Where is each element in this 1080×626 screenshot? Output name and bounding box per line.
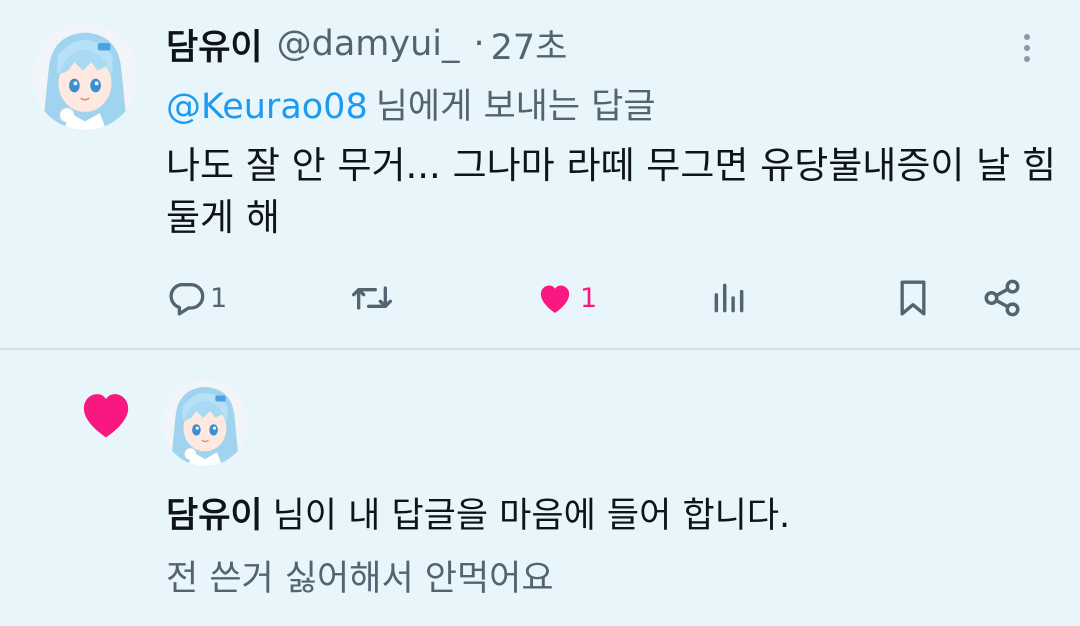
replying-to: @Keurao08 님에게 보내는 답글 bbox=[166, 78, 656, 129]
notification-actor[interactable]: 담유이 bbox=[166, 496, 263, 536]
like-count: 1 bbox=[580, 282, 598, 314]
tweet-text: 나도 잘 안 무거... 그나마 라떼 무그면 유당불내증이 날 힘둘게 해 bbox=[166, 144, 1057, 239]
avatar[interactable] bbox=[32, 24, 138, 130]
share-icon bbox=[984, 279, 1020, 317]
bookmark-icon bbox=[900, 280, 926, 316]
bookmark-button[interactable] bbox=[893, 276, 933, 320]
quoted-reply-text: 전 쓴거 싫어해서 안먹어요 bbox=[166, 559, 554, 599]
reply-button[interactable]: 1 bbox=[166, 276, 227, 320]
views-icon bbox=[714, 283, 744, 313]
divider bbox=[0, 348, 1080, 350]
replying-suffix: 님에게 보내는 답글 bbox=[375, 87, 656, 127]
heart-filled-icon bbox=[78, 388, 134, 440]
timestamp[interactable]: 27초 bbox=[491, 19, 568, 70]
retweet-button[interactable] bbox=[350, 276, 394, 320]
views-button[interactable] bbox=[710, 276, 748, 320]
avatar-image bbox=[162, 380, 248, 466]
display-name[interactable]: 담유이 bbox=[166, 19, 263, 70]
avatar[interactable] bbox=[162, 380, 248, 466]
like-button[interactable]: 1 bbox=[534, 276, 597, 320]
notification-message: 담유이 님이 내 답글을 마음에 들어 합니다. bbox=[166, 487, 790, 538]
heart-filled-icon bbox=[540, 285, 570, 313]
avatar-image bbox=[32, 24, 138, 130]
separator-dot: · bbox=[473, 24, 485, 64]
share-button[interactable] bbox=[981, 276, 1023, 320]
vertical-dots-icon[interactable] bbox=[1012, 28, 1042, 68]
reply-count: 1 bbox=[210, 282, 228, 314]
retweet-icon bbox=[351, 286, 392, 310]
notification-text: 님이 내 답글을 마음에 들어 합니다. bbox=[272, 496, 791, 536]
user-handle[interactable]: @damyui_ bbox=[277, 24, 460, 64]
reply-icon bbox=[169, 283, 205, 316]
reply-mention-link[interactable]: @Keurao08 bbox=[166, 87, 368, 127]
tweet[interactable]: 담유이 @damyui_ · 27초 @Keurao08 님에게 보내는 답글 나… bbox=[0, 0, 1080, 348]
tweet-header: 담유이 @damyui_ · 27초 bbox=[166, 20, 567, 68]
